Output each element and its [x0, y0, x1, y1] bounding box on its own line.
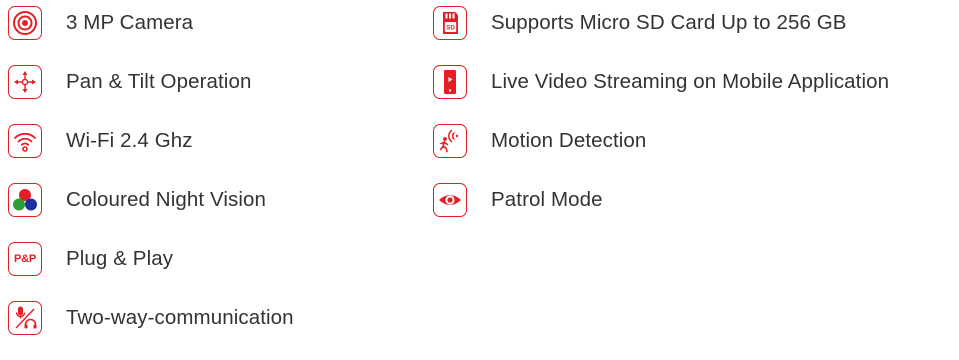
feature-label: Pan & Tilt Operation — [66, 70, 252, 93]
sd-card-icon-text: SD — [446, 25, 455, 32]
feature-label: 3 MP Camera — [66, 11, 194, 34]
mic-headphone-icon — [8, 301, 42, 335]
feature-list-left: 3 MP Camera Pan & Tilt Operation Wi-Fi 2… — [8, 6, 428, 360]
feature-label: Coloured Night Vision — [66, 188, 267, 211]
feature-label: Motion Detection — [491, 129, 647, 152]
feature-label: Patrol Mode — [491, 188, 603, 211]
mobile-stream-icon — [433, 65, 467, 99]
feature-night-vision: Coloured Night Vision — [8, 183, 428, 217]
feature-live-streaming: Live Video Streaming on Mobile Applicati… — [433, 65, 953, 99]
plug-and-play-icon-text: P&P — [13, 253, 37, 265]
wifi-icon — [8, 124, 42, 158]
feature-label: Plug & Play — [66, 247, 174, 270]
eye-icon — [433, 183, 467, 217]
feature-label: Live Video Streaming on Mobile Applicati… — [491, 70, 890, 93]
sd-card-icon: SD — [433, 6, 467, 40]
feature-micro-sd: SD Supports Micro SD Card Up to 256 GB — [433, 6, 953, 40]
pan-tilt-icon — [8, 65, 42, 99]
feature-label: Two-way-communication — [66, 306, 294, 329]
feature-label: Wi-Fi 2.4 Ghz — [66, 129, 193, 152]
plug-and-play-icon: P&P — [8, 242, 42, 276]
color-circles-icon — [8, 183, 42, 217]
feature-motion-detection: Motion Detection — [433, 124, 953, 158]
camera-lens-icon — [8, 6, 42, 40]
feature-plug-and-play: P&P Plug & Play — [8, 242, 428, 276]
feature-patrol-mode: Patrol Mode — [433, 183, 953, 217]
feature-two-way-communication: Two-way-communication — [8, 301, 428, 335]
feature-pan-tilt: Pan & Tilt Operation — [8, 65, 428, 99]
feature-list-right: SD Supports Micro SD Card Up to 256 GB L… — [433, 6, 953, 242]
feature-wifi: Wi-Fi 2.4 Ghz — [8, 124, 428, 158]
motion-detection-icon — [433, 124, 467, 158]
feature-label: Supports Micro SD Card Up to 256 GB — [491, 11, 847, 34]
feature-3mp-camera: 3 MP Camera — [8, 6, 428, 40]
